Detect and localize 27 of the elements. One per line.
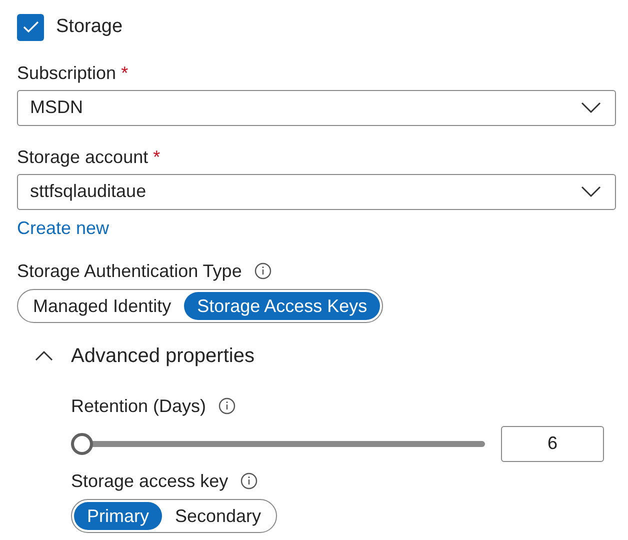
chevron-down-icon — [581, 186, 601, 198]
info-icon[interactable] — [254, 262, 272, 280]
toggle-option[interactable]: Storage Access Keys — [184, 292, 380, 320]
required-mark: * — [153, 146, 160, 168]
info-icon[interactable] — [240, 472, 258, 490]
dropdown[interactable]: MSDN — [17, 90, 616, 126]
checkmark-icon — [22, 21, 38, 34]
field-label: Storage access key — [71, 470, 228, 493]
checkbox-label: Storage — [56, 15, 123, 39]
create-new-link[interactable]: Create new — [17, 214, 616, 242]
toggle-option[interactable]: Managed Identity — [20, 292, 184, 320]
field-label: Retention (Days) — [71, 394, 206, 418]
dropdown[interactable]: sttfsqlauditaue — [17, 174, 616, 210]
checkbox[interactable] — [17, 14, 44, 41]
slider-track[interactable] — [71, 432, 485, 454]
required-mark: * — [121, 62, 128, 84]
slider-thumb[interactable] — [71, 432, 93, 454]
toggle-option[interactable]: Primary — [74, 502, 162, 530]
advanced-properties-toggle[interactable]: Advanced properties — [35, 340, 254, 370]
retention-input[interactable]: 6 — [501, 426, 604, 462]
chevron-up-icon — [35, 350, 53, 361]
field-label: Subscription — [17, 62, 116, 84]
toggle-option[interactable]: Secondary — [162, 502, 274, 530]
field-label: Storage Authentication Type — [17, 260, 242, 283]
info-icon[interactable] — [218, 397, 236, 415]
chevron-down-icon — [581, 102, 601, 114]
field-label: Storage account — [17, 146, 148, 168]
